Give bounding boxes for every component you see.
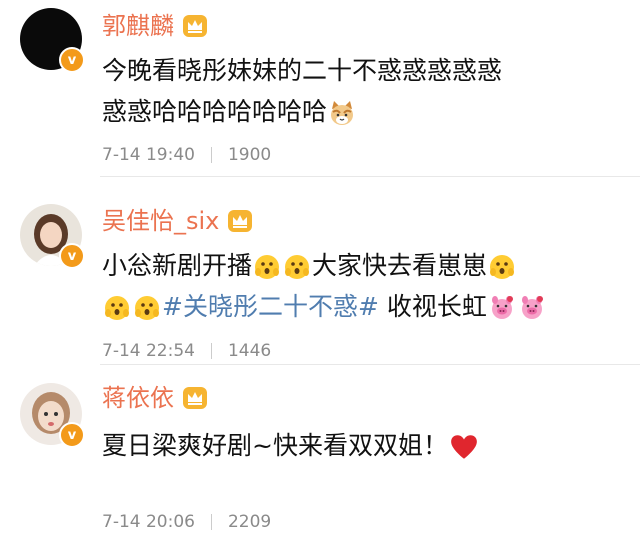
comment-item: v 吴佳怡_six 小忩新剧开播 大家快去看崽崽 #关晓彤二十不惑# 收视长虹 7… — [0, 177, 640, 361]
comment-date: 7-14 22:54 — [102, 341, 195, 361]
comment-text-part: 今晚看晓彤妹妹的二十不惑惑惑惑惑 — [102, 56, 503, 85]
red-heart-icon — [451, 435, 477, 459]
pig-icon — [488, 294, 516, 322]
verified-badge-icon: v — [59, 422, 85, 448]
divider — [100, 364, 640, 365]
meta-separator — [210, 343, 212, 359]
username[interactable]: 郭麒麟 — [102, 10, 174, 42]
hushed-face-icon — [133, 294, 161, 322]
comment-date: 7-14 19:40 — [102, 145, 195, 165]
cat-face-icon — [331, 101, 354, 125]
comment-text-part: 大家快去看崽崽 — [312, 251, 488, 280]
hushed-face-icon — [283, 253, 311, 281]
username[interactable]: 蒋依依 — [102, 382, 174, 414]
verified-badge-icon: v — [59, 243, 85, 269]
comment-text-part: 收视长虹 — [386, 292, 487, 321]
comment-text: 今晚看晓彤妹妹的二十不惑惑惑惑惑 惑惑哈哈哈哈哈哈哈 — [102, 50, 622, 132]
avatar[interactable]: v — [20, 8, 85, 73]
like-count[interactable]: 1900 — [228, 145, 271, 165]
comment-date: 7-14 20:06 — [102, 512, 195, 532]
comment-text: 小忩新剧开播 大家快去看崽崽 #关晓彤二十不惑# 收视长虹 — [102, 245, 622, 327]
hushed-face-icon — [103, 294, 131, 322]
comment-text-part: 夏日梁爽好剧~快来看双双姐！ — [102, 431, 448, 460]
comment-item: v 蒋依依 夏日梁爽好剧~快来看双双姐！ 7-14 20:06 2209 — [0, 364, 640, 541]
like-count[interactable]: 2209 — [228, 512, 271, 532]
hushed-face-icon — [253, 253, 281, 281]
meta-separator — [210, 147, 212, 163]
verified-badge-icon: v — [59, 47, 85, 73]
crown-icon — [182, 386, 208, 410]
comment-item: v 郭麒麟 今晚看晓彤妹妹的二十不惑惑惑惑惑 惑惑哈哈哈哈哈哈哈 7-14 19… — [0, 0, 640, 177]
crown-icon — [227, 209, 253, 233]
avatar[interactable]: v — [20, 204, 85, 269]
like-count[interactable]: 1446 — [228, 341, 271, 361]
comment-text: 夏日梁爽好剧~快来看双双姐！ — [102, 425, 622, 466]
crown-icon — [182, 14, 208, 38]
pig-icon — [518, 294, 546, 322]
meta-separator — [210, 514, 212, 530]
comment-text-part: 惑惑哈哈哈哈哈哈哈 — [102, 97, 328, 126]
topic-link[interactable]: #关晓彤二十不惑# — [162, 292, 379, 321]
comment-text-part: 小忩新剧开播 — [102, 251, 253, 280]
avatar[interactable]: v — [20, 383, 85, 448]
username[interactable]: 吴佳怡_six — [102, 205, 219, 237]
hushed-face-icon — [488, 253, 516, 281]
